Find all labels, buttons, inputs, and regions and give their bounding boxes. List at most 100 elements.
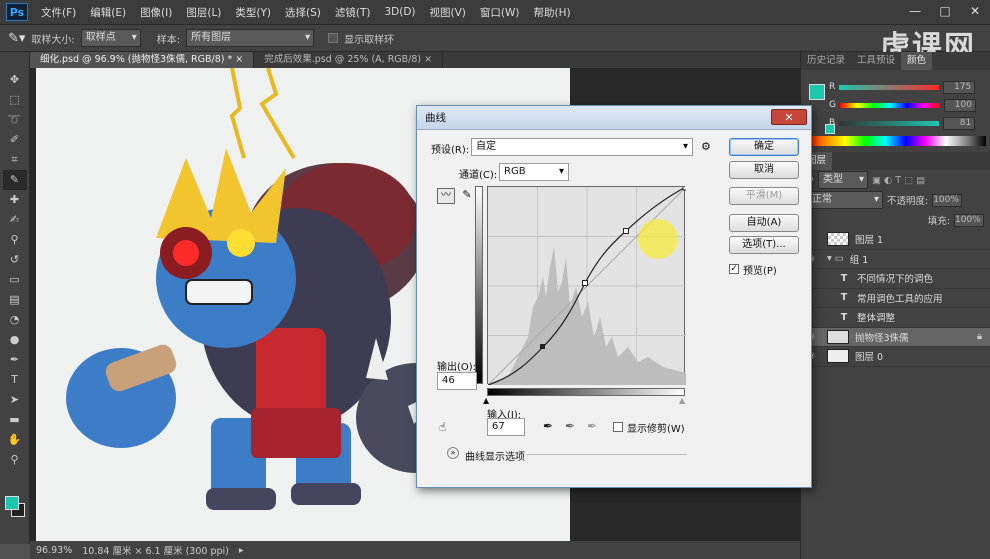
shape-tool-icon[interactable]: ▬: [3, 410, 27, 430]
pen-tool-icon[interactable]: ✒: [3, 350, 27, 370]
menu-window[interactable]: 窗口(W): [473, 5, 527, 20]
channel-select[interactable]: RGB: [499, 163, 569, 181]
status-arrow-icon[interactable]: ▸: [239, 545, 244, 556]
blue-value[interactable]: 81: [943, 116, 976, 130]
ok-button[interactable]: 确定: [729, 138, 799, 156]
marquee-tool-icon[interactable]: ⬚: [3, 90, 27, 110]
eyedropper-tool-icon[interactable]: ✎: [2, 170, 27, 190]
close-window-button[interactable]: ✕: [960, 0, 990, 24]
menu-filter[interactable]: 滤镜(T): [328, 5, 378, 20]
fill-value[interactable]: 100%: [954, 213, 984, 227]
layer-row[interactable]: ◉ 抛物怪3侏儒 🔒︎: [801, 327, 990, 347]
curve-graph[interactable]: [487, 185, 688, 386]
zoom-tool-icon[interactable]: ⚲: [3, 450, 27, 470]
panel-bg-swatch[interactable]: [825, 124, 835, 134]
tab-tool-presets[interactable]: 工具预设: [851, 52, 901, 70]
tab-color[interactable]: 颜色: [901, 52, 933, 70]
menu-3d[interactable]: 3D(D): [377, 6, 422, 18]
lasso-tool-icon[interactable]: ➰: [3, 110, 27, 130]
brush-tool-icon[interactable]: ✍: [3, 210, 27, 230]
menu-select[interactable]: 选择(S): [278, 5, 328, 20]
green-value[interactable]: 100: [943, 98, 976, 112]
quick-select-tool-icon[interactable]: ✐: [3, 130, 27, 150]
preset-select[interactable]: 自定: [471, 138, 693, 156]
blur-tool-icon[interactable]: ◔: [3, 310, 27, 330]
layer-row[interactable]: ◉ ▾ ▭ 组 1: [801, 250, 990, 269]
color-spectrum[interactable]: [805, 136, 986, 146]
white-eyedropper-icon[interactable]: ✒: [587, 419, 597, 433]
menu-layer[interactable]: 图层(L): [179, 5, 228, 20]
sample-select[interactable]: 所有图层: [186, 29, 315, 47]
show-clipping-checkbox[interactable]: [613, 422, 623, 432]
show-ring-checkbox[interactable]: [328, 33, 339, 43]
chevron-down-icon[interactable]: »: [447, 447, 459, 459]
curve-display-options-label[interactable]: 曲线显示选项: [465, 448, 525, 463]
target-adjustment-icon[interactable]: ☝︎: [439, 420, 446, 434]
cancel-button[interactable]: 取消: [729, 161, 799, 179]
layer-row[interactable]: ◉ 图层 0: [801, 347, 990, 367]
zoom-level[interactable]: 96.93%: [36, 545, 72, 556]
output-label: 输出(O):: [437, 362, 477, 373]
smooth-button[interactable]: 平滑(M): [729, 187, 799, 205]
output-field[interactable]: 46: [437, 372, 477, 390]
blue-slider[interactable]: [839, 120, 940, 126]
tab-document-2[interactable]: 完成后效果.psd @ 25% (A, RGB/8) ×: [254, 52, 444, 68]
stamp-tool-icon[interactable]: ⚲: [3, 230, 27, 250]
eyedropper-tool-icon[interactable]: ✎▾: [8, 31, 25, 46]
input-field[interactable]: 67: [487, 418, 525, 436]
layer-row[interactable]: 图层 1: [801, 230, 990, 250]
gradient-tool-icon[interactable]: ▤: [3, 290, 27, 310]
red-slider[interactable]: [839, 84, 940, 90]
dodge-tool-icon[interactable]: ●: [3, 330, 27, 350]
menu-type[interactable]: 类型(Y): [228, 5, 278, 20]
curve-point-tool-icon[interactable]: 〰: [437, 188, 455, 204]
tab-document-1[interactable]: 细化.psd @ 96.9% (抛物怪3侏儒, RGB/8) * ×: [30, 52, 255, 68]
hand-tool-icon[interactable]: ✋: [3, 430, 27, 450]
path-select-tool-icon[interactable]: ➤: [3, 390, 27, 410]
filter-icons[interactable]: ▣ ◐ T ⬚ ▤: [872, 175, 925, 186]
panel-fg-swatch[interactable]: [809, 84, 825, 100]
foreground-color-swatch[interactable]: [5, 496, 19, 510]
black-point-slider[interactable]: ▲: [483, 396, 489, 405]
blend-mode-select[interactable]: 正常: [807, 191, 883, 209]
menu-image[interactable]: 图像(I): [133, 5, 179, 20]
red-value[interactable]: 175: [943, 80, 976, 94]
sample-size-select[interactable]: 取样点: [80, 29, 141, 47]
preset-options-icon[interactable]: ⚙︎: [701, 140, 711, 153]
layer-row[interactable]: T 不同情况下的调色: [801, 269, 990, 289]
preview-checkbox[interactable]: ✓: [729, 264, 739, 274]
curve-point[interactable]: [682, 185, 688, 191]
layer-row[interactable]: T 常用调色工具的应用: [801, 289, 990, 308]
history-brush-icon[interactable]: ↺: [3, 250, 27, 270]
auto-button[interactable]: 自动(A): [729, 214, 799, 232]
menu-help[interactable]: 帮助(H): [527, 5, 578, 20]
red-slider-row: R 175: [829, 80, 990, 94]
tab-history[interactable]: 历史记录: [801, 52, 851, 70]
layer-kind-select[interactable]: 类型: [817, 171, 868, 189]
menu-edit[interactable]: 编辑(E): [83, 5, 133, 20]
options-button[interactable]: 选项(T)...: [729, 236, 799, 254]
move-tool-icon[interactable]: ✥: [3, 70, 27, 90]
close-icon[interactable]: ✕: [771, 109, 807, 125]
menu-file[interactable]: 文件(F): [34, 5, 83, 20]
pencil-tool-icon[interactable]: ✎: [459, 188, 475, 204]
healing-tool-icon[interactable]: ✚: [3, 190, 27, 210]
layer-row[interactable]: T 整体调整: [801, 308, 990, 328]
red-label: R: [829, 82, 836, 92]
green-slider[interactable]: [839, 102, 940, 108]
curve-point[interactable]: [623, 228, 629, 234]
menu-view[interactable]: 视图(V): [423, 5, 473, 20]
curve-point-selected[interactable]: [540, 344, 545, 349]
type-tool-icon[interactable]: T: [3, 370, 27, 390]
white-point-slider[interactable]: ▲: [679, 396, 685, 405]
layer-name: 整体调整: [857, 313, 896, 325]
eraser-tool-icon[interactable]: ▭: [3, 270, 27, 290]
black-eyedropper-icon[interactable]: ✒: [543, 419, 553, 433]
minimize-button[interactable]: —: [900, 0, 930, 24]
maximize-button[interactable]: □: [930, 0, 960, 24]
crop-tool-icon[interactable]: ⌗: [3, 150, 27, 170]
gray-eyedropper-icon[interactable]: ✒: [565, 419, 575, 433]
layer-name: 不同情况下的调色: [857, 274, 934, 286]
opacity-value[interactable]: 100%: [932, 193, 963, 207]
curve-point[interactable]: [582, 280, 588, 286]
